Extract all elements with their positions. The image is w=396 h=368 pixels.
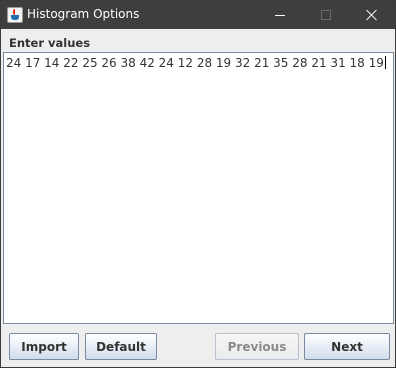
import-button[interactable]: Import <box>9 333 79 360</box>
minimize-icon <box>275 14 285 16</box>
maximize-icon <box>321 10 331 20</box>
maximize-button <box>303 1 349 29</box>
default-button[interactable]: Default <box>85 333 157 360</box>
histogram-options-window: Histogram Options Enter values 24 17 14 … <box>0 0 396 368</box>
values-text-area[interactable]: 24 17 14 22 25 26 38 42 24 12 28 19 32 2… <box>3 52 394 324</box>
title-bar[interactable]: Histogram Options <box>1 1 395 29</box>
previous-button: Previous <box>215 333 299 360</box>
values-text: 24 17 14 22 25 26 38 42 24 12 28 19 32 2… <box>6 56 386 70</box>
close-button[interactable] <box>349 1 395 29</box>
enter-values-label: Enter values <box>9 36 91 50</box>
window-title: Histogram Options <box>27 7 140 21</box>
java-cup-icon <box>7 7 23 23</box>
minimize-button[interactable] <box>257 1 303 29</box>
next-button[interactable]: Next <box>304 333 390 360</box>
text-caret <box>384 56 386 69</box>
close-icon <box>366 9 378 21</box>
